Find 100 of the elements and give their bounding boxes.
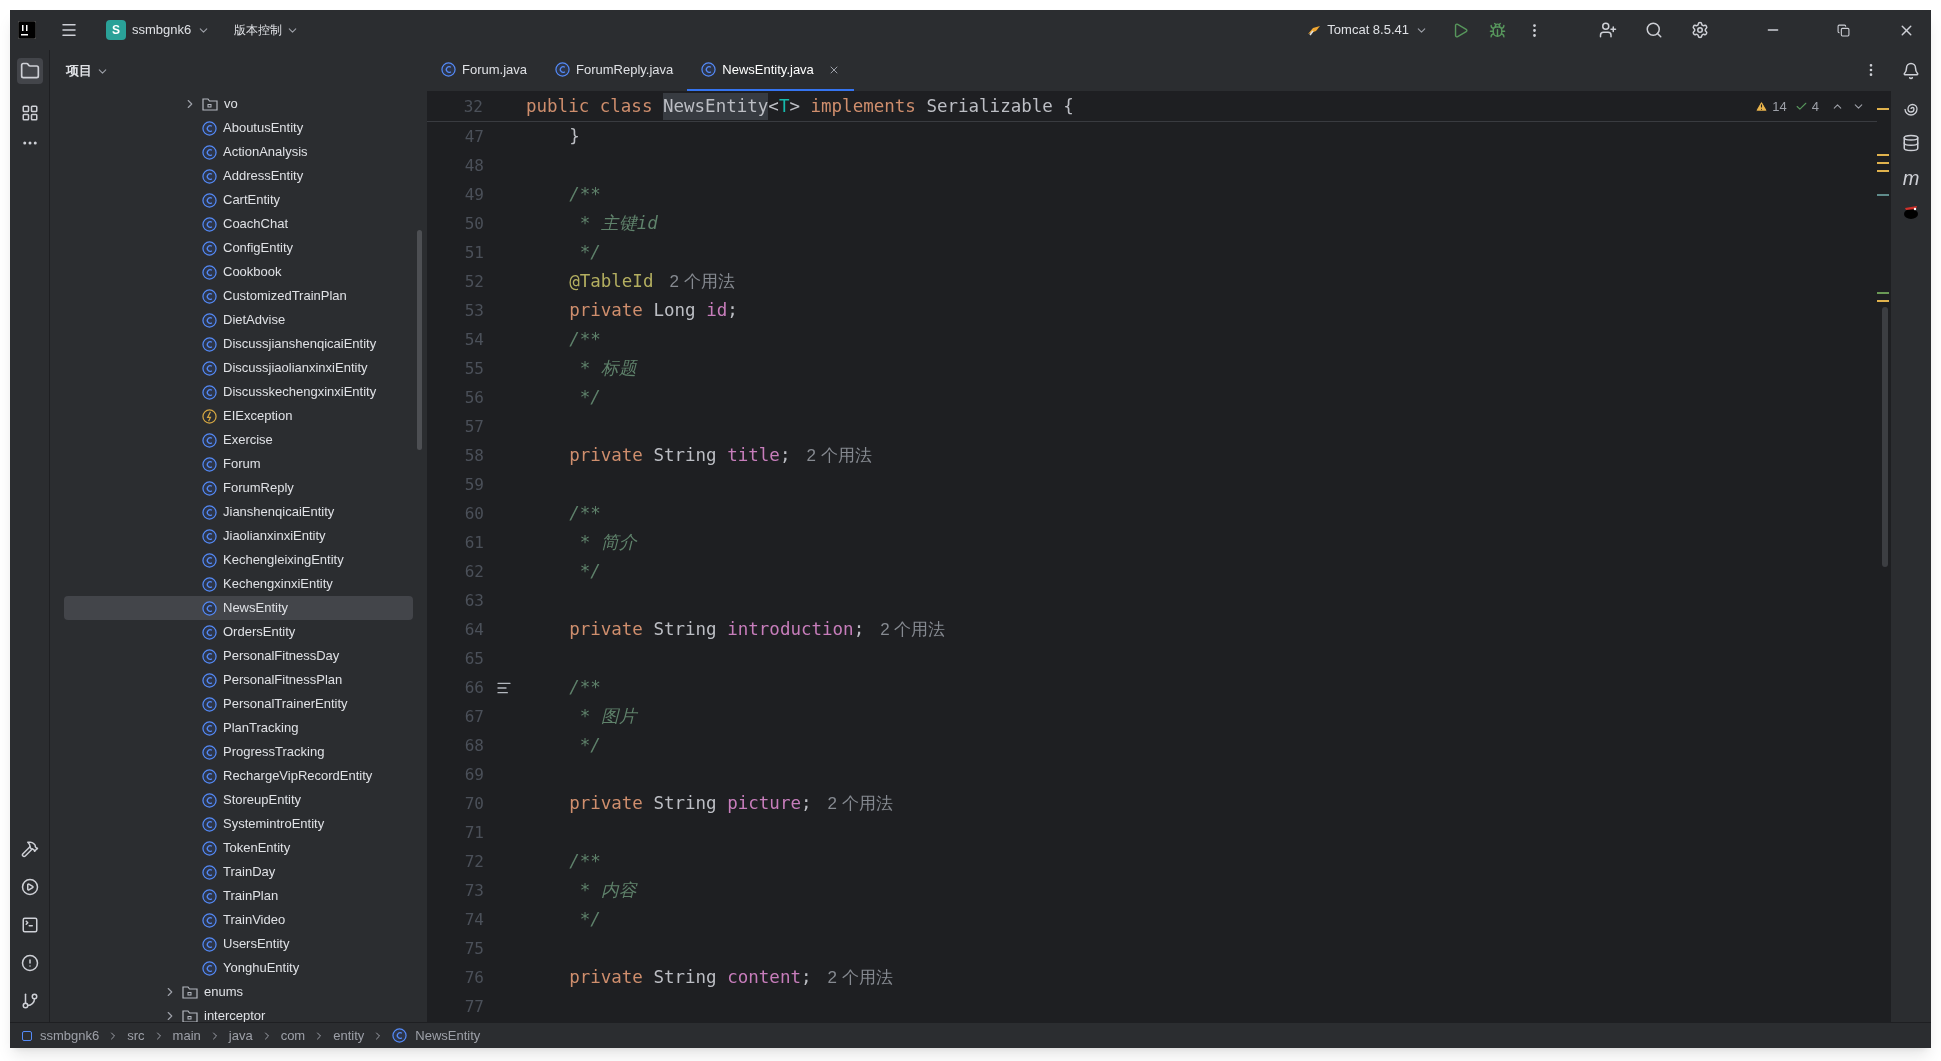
tree-item[interactable]: ForumReply	[64, 476, 413, 500]
maven-button[interactable]: m	[1902, 168, 1920, 188]
breadcrumb-item[interactable]: com	[280, 1025, 306, 1046]
class-icon	[202, 672, 217, 688]
project-switcher[interactable]: S ssmbgnk6	[102, 16, 215, 44]
code-token: /**	[568, 850, 601, 874]
tree-item[interactable]: Exercise	[64, 428, 413, 452]
folder-icon[interactable]	[16, 58, 43, 84]
tree-item[interactable]: ProgressTracking	[64, 740, 413, 764]
breadcrumb-item[interactable]: entity	[333, 1025, 365, 1046]
usage-hint[interactable]: 2 个用法	[827, 790, 893, 817]
search-icon[interactable]	[1645, 21, 1663, 39]
hammer-icon[interactable]	[20, 840, 39, 858]
app-logo-icon[interactable]	[18, 21, 36, 39]
code-token: @TableId	[568, 270, 654, 294]
problems-icon[interactable]	[20, 954, 39, 972]
tree-item[interactable]: TrainPlan	[64, 884, 413, 908]
tree-item[interactable]: PersonalTrainerEntity	[64, 692, 413, 716]
tree-item[interactable]: CoachChat	[64, 212, 413, 236]
tree-item[interactable]: DiscussjiaolianxinxiEntity	[64, 356, 413, 380]
code-token: * 简介	[578, 531, 637, 555]
bird-icon[interactable]	[1902, 204, 1920, 220]
main-menu-icon[interactable]	[60, 21, 78, 39]
class-icon	[202, 144, 217, 160]
code-token: >	[789, 95, 801, 119]
tree-item[interactable]: AboutusEntity	[64, 116, 413, 140]
editor-tab[interactable]: Forum.java	[427, 50, 542, 91]
usage-hint[interactable]: 2 个用法	[669, 268, 735, 295]
code-token: String	[653, 618, 718, 642]
project-view-selector[interactable]: 项目	[66, 61, 109, 81]
breadcrumb-item[interactable]: NewsEntity	[415, 1025, 481, 1046]
scrollbar-thumb[interactable]	[1882, 307, 1888, 567]
tree-item[interactable]: PersonalFitnessPlan	[64, 668, 413, 692]
tree-item[interactable]: JianshenqicaiEntity	[64, 500, 413, 524]
run-icon[interactable]	[20, 878, 39, 896]
breadcrumb-item[interactable]: src	[127, 1025, 145, 1046]
tree-item[interactable]: SystemintroEntity	[64, 812, 413, 836]
structure-icon[interactable]	[20, 104, 39, 122]
settings-icon[interactable]	[1691, 21, 1709, 39]
breadcrumb-item[interactable]: main	[172, 1025, 201, 1046]
tree-item[interactable]: vo	[64, 92, 413, 116]
warning-icon	[1755, 100, 1769, 113]
usage-hint[interactable]: 2 个用法	[806, 442, 872, 469]
class-icon	[202, 240, 217, 256]
tree-item[interactable]: KechengxinxiEntity	[64, 572, 413, 596]
tree-item[interactable]: PlanTracking	[64, 716, 413, 740]
tree-item[interactable]: PersonalFitnessDay	[64, 644, 413, 668]
tree-item[interactable]: enums	[64, 980, 413, 1004]
vcs-menu[interactable]: 版本控制	[234, 21, 300, 39]
tree-item[interactable]: Cookbook	[64, 260, 413, 284]
tree-item[interactable]: StoreupEntity	[64, 788, 413, 812]
code-token: Long	[653, 299, 697, 323]
git-branch-icon[interactable]	[20, 992, 39, 1010]
check-icon	[1794, 100, 1808, 113]
tree-item[interactable]: JiaolianxinxiEntity	[64, 524, 413, 548]
code-token: */	[578, 386, 601, 410]
tree-item[interactable]: ConfigEntity	[64, 236, 413, 260]
add-user-icon[interactable]	[1599, 21, 1617, 39]
scrollbar-thumb[interactable]	[417, 230, 422, 450]
tree-item[interactable]: RechargeVipRecordEntity	[64, 764, 413, 788]
tree-item[interactable]: CustomizedTrainPlan	[64, 284, 413, 308]
tree-item[interactable]: OrdersEntity	[64, 620, 413, 644]
usage-hint[interactable]: 2 个用法	[827, 964, 893, 991]
tree-item[interactable]: KechengleixingEntity	[64, 548, 413, 572]
code-token: T	[778, 95, 790, 119]
class-icon	[202, 936, 217, 952]
code-token: private	[568, 444, 644, 468]
breadcrumb-item[interactable]: ssmbgnk6	[40, 1025, 100, 1046]
database-icon[interactable]	[1902, 134, 1920, 152]
editor-tab[interactable]: ForumReply.java	[541, 50, 688, 91]
tree-item[interactable]: UsersEntity	[64, 932, 413, 956]
notifications-icon[interactable]	[1902, 62, 1920, 80]
tree-item[interactable]: NewsEntity	[64, 596, 413, 620]
run-icon[interactable]	[1452, 21, 1469, 39]
restore-icon[interactable]	[1837, 23, 1850, 37]
tree-item[interactable]: TokenEntity	[64, 836, 413, 860]
terminal-icon[interactable]	[20, 916, 39, 934]
breadcrumb-item[interactable]: java	[228, 1025, 253, 1046]
class-icon	[202, 648, 217, 664]
tree-item[interactable]: DietAdvise	[64, 308, 413, 332]
debug-icon[interactable]	[1489, 21, 1506, 39]
class-icon	[202, 456, 217, 472]
tree-item[interactable]: AddressEntity	[64, 164, 413, 188]
tree-item[interactable]: TrainVideo	[64, 908, 413, 932]
tree-item[interactable]: TrainDay	[64, 860, 413, 884]
tree-item[interactable]: EIException	[64, 404, 413, 428]
tree-item[interactable]: Forum	[64, 452, 413, 476]
run-config-selector[interactable]: Tomcat 8.5.41	[1307, 20, 1428, 40]
tree-item[interactable]: YonghuEntity	[64, 956, 413, 980]
tree-item[interactable]: ActionAnalysis	[64, 140, 413, 164]
code-token: public class	[526, 95, 654, 119]
code-token: private	[568, 966, 644, 990]
code-token: private	[568, 618, 644, 642]
code-token: introduction	[727, 618, 854, 642]
tree-item[interactable]: DiscussjianshenqicaiEntity	[64, 332, 413, 356]
class-icon	[202, 216, 217, 232]
inspection-widget[interactable]: 14 4	[1755, 96, 1865, 117]
tree-item[interactable]: CartEntity	[64, 188, 413, 212]
tree-item[interactable]: DiscusskechengxinxiEntity	[64, 380, 413, 404]
usage-hint[interactable]: 2 个用法	[880, 616, 946, 643]
